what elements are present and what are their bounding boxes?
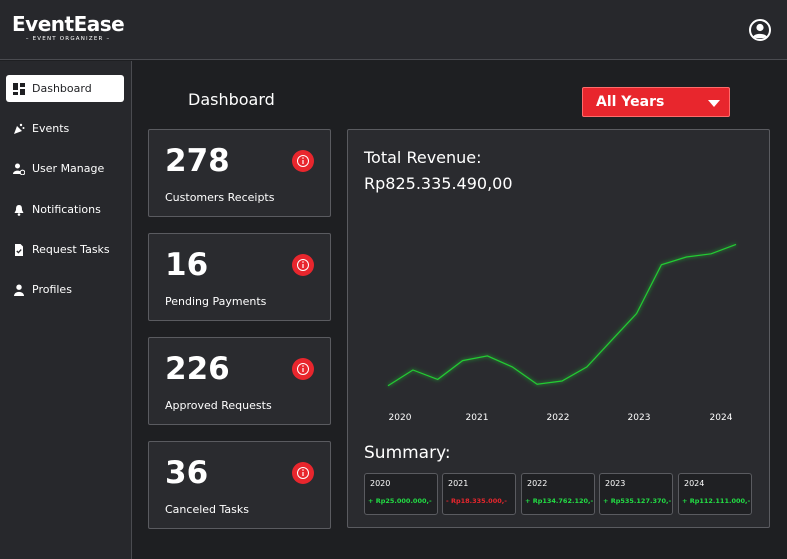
info-icon[interactable] xyxy=(292,358,314,380)
chevron-down-icon xyxy=(708,100,720,107)
summary-year: 2020 xyxy=(370,479,391,488)
summary-value: + Rp25.000.000,- xyxy=(368,497,432,505)
x-tick-label: 2020 xyxy=(389,413,412,423)
stat-label: Pending Payments xyxy=(165,295,267,308)
info-icon[interactable] xyxy=(292,150,314,172)
summary-card-2023: 2023 + Rp535.127.370,- xyxy=(599,473,673,515)
summary-title: Summary: xyxy=(364,443,451,463)
summary-value: - Rp18.335.000,- xyxy=(446,497,507,505)
stat-label: Canceled Tasks xyxy=(165,503,249,516)
summary-value: + Rp134.762.120,- xyxy=(525,497,594,505)
logo-subtitle: – EVENT ORGANIZER – xyxy=(25,36,111,42)
stat-card-approved-requests: 226 Approved Requests xyxy=(148,337,331,425)
x-tick-label: 2021 xyxy=(466,413,489,423)
bell-icon xyxy=(14,204,24,216)
user-circle-icon[interactable] xyxy=(748,18,772,42)
stat-value: 278 xyxy=(165,143,230,179)
stat-card-canceled-tasks: 36 Canceled Tasks xyxy=(148,441,331,529)
stat-label: Customers Receipts xyxy=(165,191,275,204)
sidebar-item-label: User Manage xyxy=(32,162,105,175)
x-tick-label: 2023 xyxy=(628,413,651,423)
grid-icon xyxy=(13,82,25,95)
summary-card-2024: 2024 + Rp112.111.000,- xyxy=(678,473,752,515)
sidebar-item-label: Events xyxy=(32,122,70,135)
sidebar-item-request-tasks[interactable]: Request Tasks xyxy=(6,236,124,263)
summary-value: + Rp112.111.000,- xyxy=(682,497,751,505)
user-gear-icon xyxy=(13,163,25,175)
sidebar-item-label: Dashboard xyxy=(32,82,92,95)
top-bar: EventEase – EVENT ORGANIZER – xyxy=(0,0,787,60)
summary-card-2021: 2021 - Rp18.335.000,- xyxy=(442,473,516,515)
sidebar-item-events[interactable]: Events xyxy=(6,115,124,142)
revenue-line-chart: 2020 2021 2022 2023 2024 xyxy=(387,243,737,423)
info-icon[interactable] xyxy=(292,462,314,484)
page-title: Dashboard xyxy=(188,90,275,109)
revenue-panel: Total Revenue: Rp825.335.490,00 2020 2021… xyxy=(347,129,770,528)
summary-value: + Rp535.127.370,- xyxy=(603,497,672,505)
stat-value: 16 xyxy=(165,247,209,283)
logo-title: EventEase xyxy=(12,12,125,36)
stat-value: 36 xyxy=(165,455,209,491)
summary-year: 2023 xyxy=(605,479,626,488)
stat-label: Approved Requests xyxy=(165,399,272,412)
revenue-series-line xyxy=(387,243,737,387)
info-icon[interactable] xyxy=(292,254,314,276)
x-tick-label: 2024 xyxy=(710,413,733,423)
stat-value: 226 xyxy=(165,351,230,387)
sidebar-item-label: Request Tasks xyxy=(32,243,110,256)
x-tick-label: 2022 xyxy=(547,413,570,423)
document-check-icon xyxy=(15,243,23,256)
stat-card-customers-receipts: 278 Customers Receipts xyxy=(148,129,331,217)
sidebar-item-dashboard[interactable]: Dashboard xyxy=(6,75,124,102)
sidebar-item-user-manage[interactable]: User Manage xyxy=(6,155,124,182)
year-filter-select[interactable]: All Years xyxy=(582,87,730,117)
summary-year: 2022 xyxy=(527,479,548,488)
summary-card-2022: 2022 + Rp134.762.120,- xyxy=(521,473,595,515)
app-logo[interactable]: EventEase – EVENT ORGANIZER – xyxy=(12,12,125,42)
stat-card-pending-payments: 16 Pending Payments xyxy=(148,233,331,321)
party-icon xyxy=(14,123,25,134)
person-icon xyxy=(14,284,24,296)
sidebar-item-label: Notifications xyxy=(32,203,101,216)
sidebar-item-profiles[interactable]: Profiles xyxy=(6,276,124,303)
summary-card-2020: 2020 + Rp25.000.000,- xyxy=(364,473,438,515)
summary-year: 2024 xyxy=(684,479,705,488)
sidebar-item-label: Profiles xyxy=(32,283,72,296)
sidebar: Dashboard Events User Manage Notificatio… xyxy=(0,61,132,559)
year-filter-value: All Years xyxy=(596,94,665,110)
sidebar-item-notifications[interactable]: Notifications xyxy=(6,196,124,223)
summary-year: 2021 xyxy=(448,479,469,488)
